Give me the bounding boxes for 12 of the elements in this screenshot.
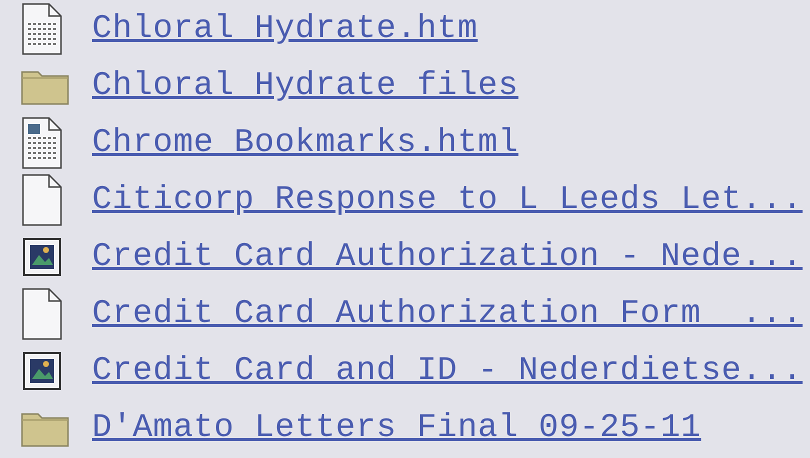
document-icon (20, 172, 64, 226)
file-link[interactable]: Chloral Hydrate_files (92, 69, 518, 102)
file-link[interactable]: Credit Card and ID - Nederdietse... (92, 354, 803, 387)
web-page-icon (20, 2, 64, 56)
file-link[interactable]: Chrome Bookmarks.html (92, 126, 518, 159)
file-link[interactable]: D'Amato Letters Final 09-25-11 (92, 411, 702, 444)
file-link[interactable]: Chloral Hydrate.htm (92, 12, 478, 45)
web-page-icon (20, 116, 64, 170)
document-icon (20, 286, 64, 340)
file-link[interactable]: Citicorp Response to L Leeds Let... (92, 183, 803, 216)
file-link[interactable]: Credit Card Authorization Form ... (92, 297, 803, 330)
file-link[interactable]: Credit Card Authorization - Nede... (92, 240, 803, 273)
